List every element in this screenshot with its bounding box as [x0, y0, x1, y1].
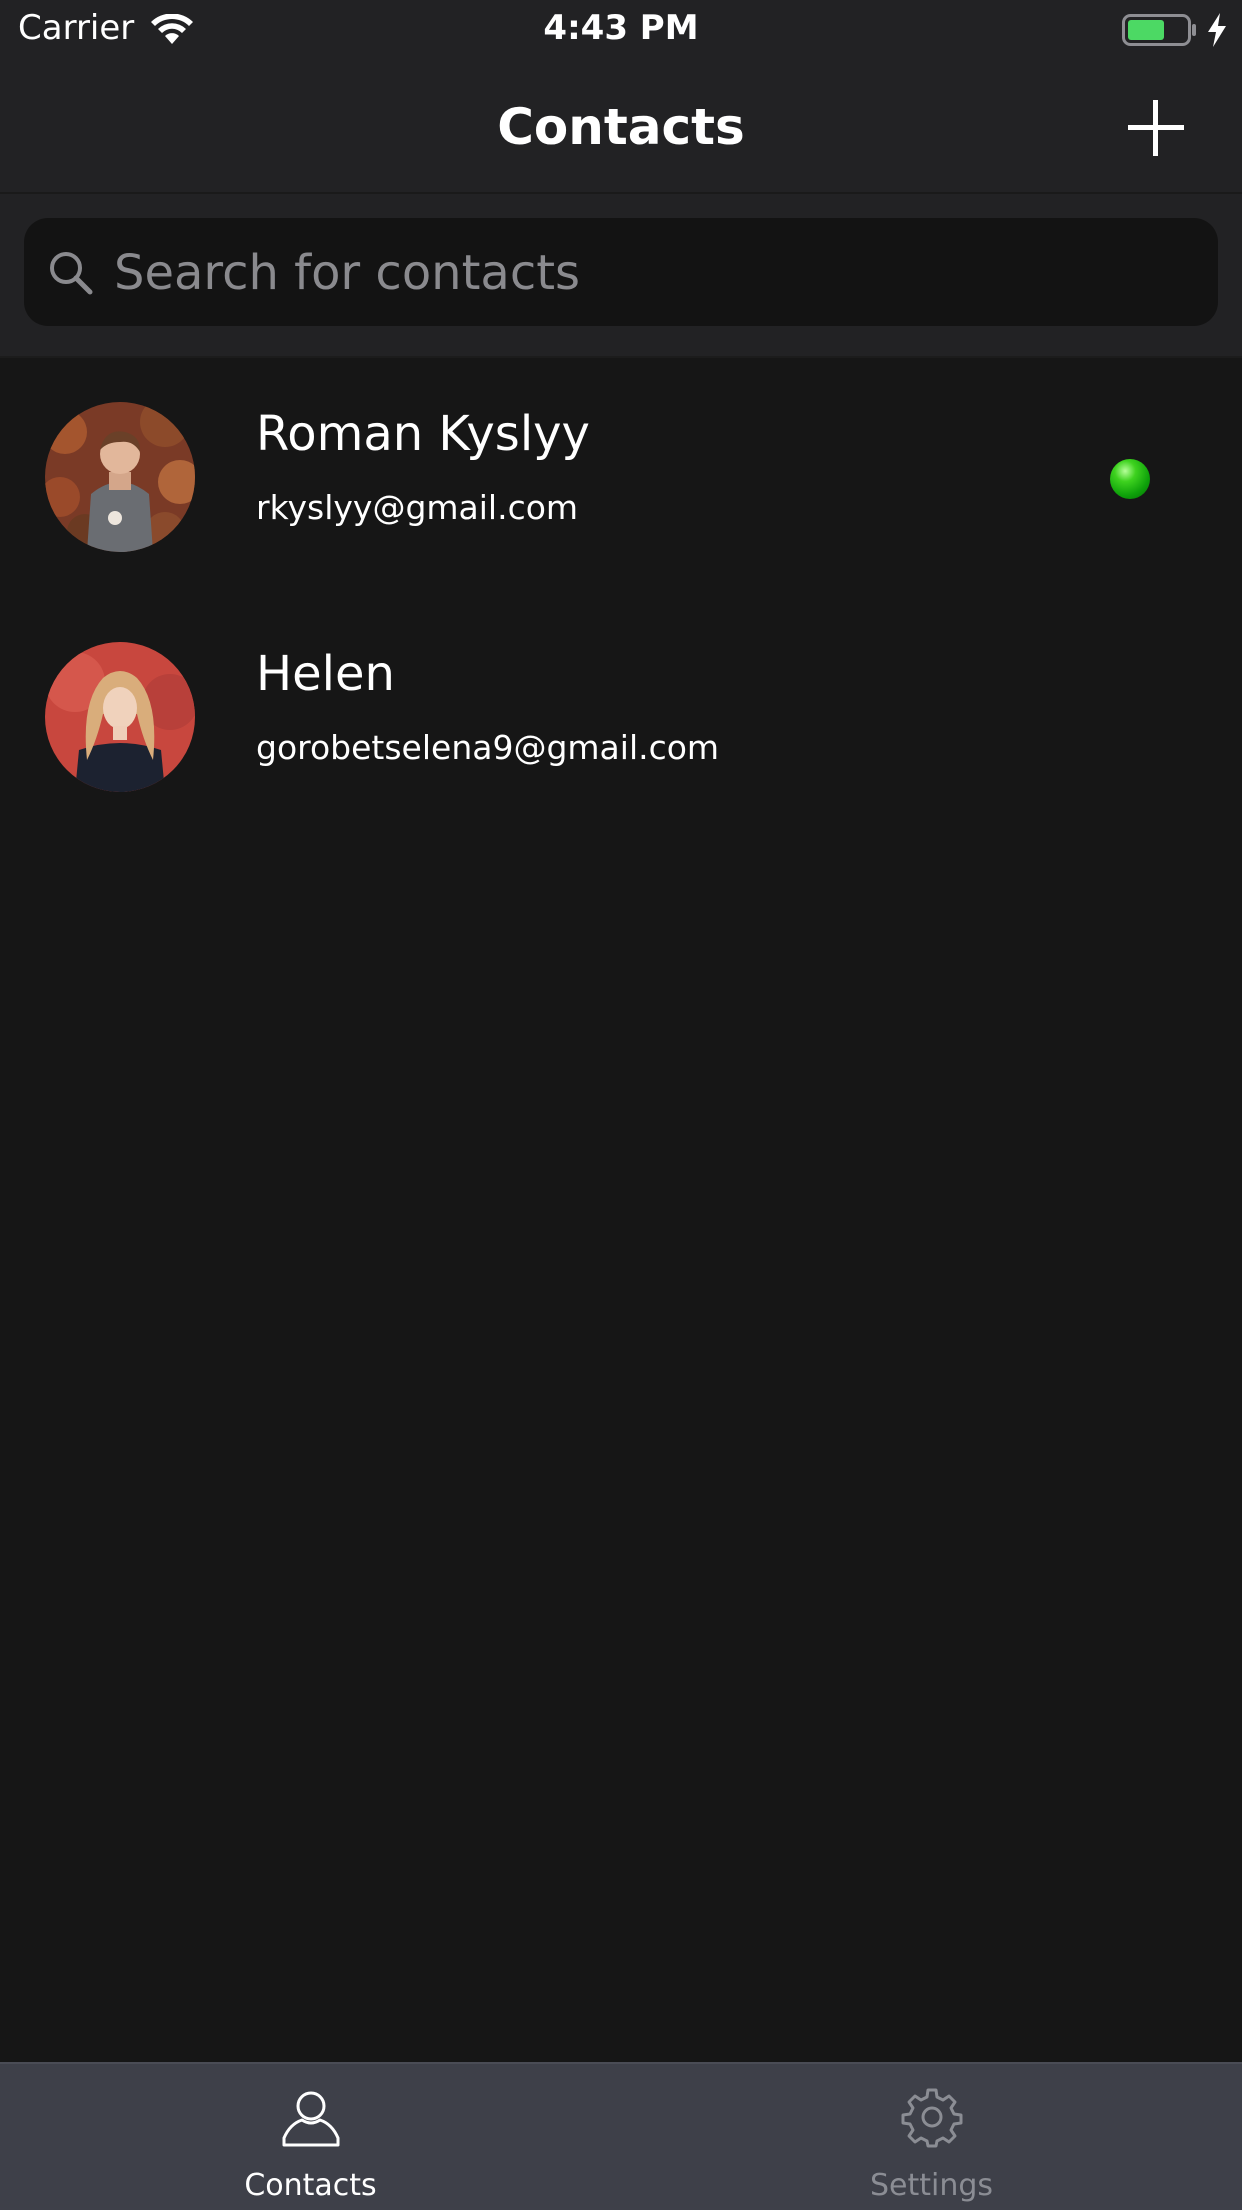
avatar [45, 642, 195, 792]
search-input[interactable] [112, 238, 1196, 308]
status-time: 4:43 PM [543, 8, 699, 48]
contact-email: gorobetselena9@gmail.com [256, 728, 720, 767]
search-field[interactable] [24, 218, 1218, 326]
navigation-bar: Contacts [0, 60, 1242, 194]
person-icon [282, 2091, 340, 2147]
tab-label: Settings [869, 2168, 994, 2203]
avatar [45, 402, 195, 552]
battery-icon [1122, 14, 1196, 46]
contact-email: rkyslyy@gmail.com [256, 488, 579, 527]
add-contact-button[interactable] [1120, 92, 1192, 164]
search-icon [50, 252, 93, 295]
search-area [0, 194, 1242, 358]
plus-icon [1128, 100, 1184, 156]
contact-row-roman[interactable]: Roman Kyslyy rkyslyy@gmail.com [0, 358, 1242, 598]
gear-icon [901, 2088, 963, 2148]
online-status-indicator [1110, 459, 1150, 499]
tab-bar: Contacts Settings [0, 2062, 1242, 2210]
status-bar: Carrier 4:43 PM [0, 0, 1242, 60]
charging-bolt-icon [1208, 13, 1226, 47]
tab-label: Contacts [244, 2168, 377, 2203]
contact-list: Roman Kyslyy rkyslyy@gmail.com Helen gor… [0, 358, 1242, 838]
page-title: Contacts [497, 98, 745, 156]
contact-row-helen[interactable]: Helen gorobetselena9@gmail.com [0, 598, 1242, 838]
tab-settings[interactable]: Settings [621, 2064, 1242, 2210]
contact-name: Helen [256, 646, 395, 702]
contact-name: Roman Kyslyy [256, 406, 590, 462]
tab-contacts[interactable]: Contacts [0, 2064, 621, 2210]
